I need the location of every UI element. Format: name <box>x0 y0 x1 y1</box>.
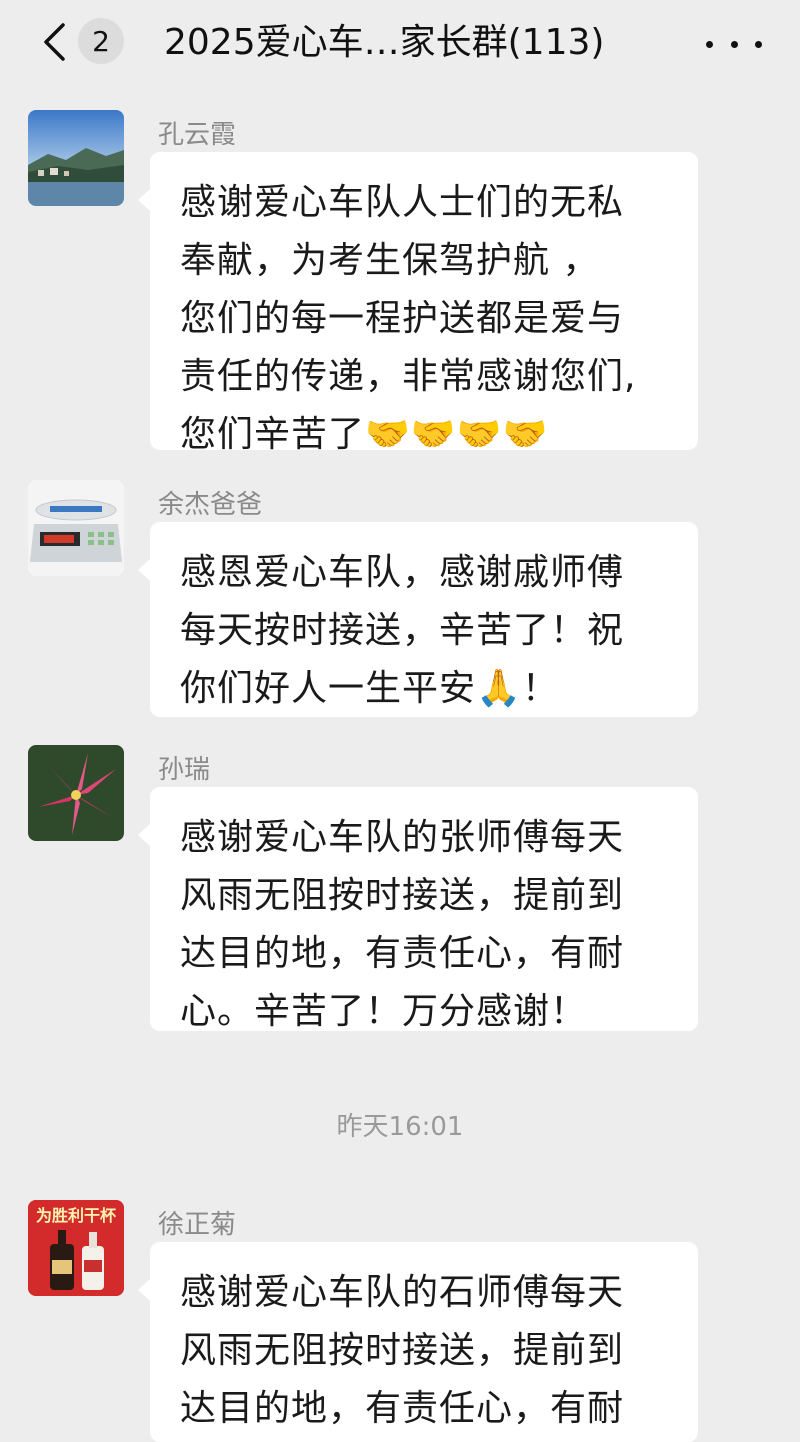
message-item: 孙瑞 感谢爱心车队的张师傅每天 风雨无阻按时接送，提前到 达目的地，有责任心，有… <box>0 745 800 1035</box>
message-bubble[interactable]: 感谢爱心车队人士们的无私 奉献，为考生保驾护航 ， 您们的每一程护送都是爱与 责… <box>138 152 698 455</box>
message-bubble[interactable]: 感谢爱心车队的石师傅每天 风雨无阻按时接送，提前到 达目的地，有责任心，有耐 <box>138 1242 698 1442</box>
message-bubble[interactable]: 感谢爱心车队的张师傅每天 风雨无阻按时接送，提前到 达目的地，有责任心，有耐 心… <box>138 787 698 1032</box>
sender-name: 余杰爸爸 <box>158 490 263 520</box>
more-button[interactable] <box>706 24 762 64</box>
message-item: 为胜利干杯 徐正菊 感谢爱心车队的石师傅每天 风雨无阻按时接送，提前到 达目的地… <box>0 1200 800 1442</box>
avatar-caption: 为胜利干杯 <box>35 1206 116 1225</box>
message-item: 余杰爸爸 感恩爱心车队，感谢戚师傅 每天按时接送，辛苦了！祝 你们好人一生平安🙏… <box>0 480 800 720</box>
avatar[interactable]: 为胜利干杯 <box>28 1200 124 1296</box>
chat-title: 2025爱心车…家长群(113) <box>164 22 605 63</box>
chevron-left-icon <box>44 23 65 61</box>
scale-avatar-image <box>28 480 124 576</box>
landscape-avatar-image <box>28 110 124 206</box>
avatar[interactable] <box>28 745 124 841</box>
message-item: 孔云霞 感谢爱心车队人士们的无私 奉献，为考生保驾护航 ， 您们的每一程护送都是… <box>0 110 800 455</box>
lily-flower-avatar-image <box>28 745 124 841</box>
sender-name: 孔云霞 <box>158 120 237 150</box>
avatar[interactable] <box>28 480 124 576</box>
unread-count-badge[interactable]: 2 <box>78 18 124 64</box>
message-bubble[interactable]: 感恩爱心车队，感谢戚师傅 每天按时接送，辛苦了！祝 你们好人一生平安🙏！ <box>138 522 698 717</box>
more-dots-icon <box>706 40 713 48</box>
chat-header: 2 2025爱心车…家长群(113) <box>0 0 800 88</box>
back-button[interactable] <box>34 20 74 64</box>
avatar[interactable] <box>28 110 124 206</box>
timestamp: 昨天16:01 <box>336 1112 464 1142</box>
sender-name: 孙瑞 <box>158 755 211 785</box>
sender-name: 徐正菊 <box>158 1210 237 1240</box>
